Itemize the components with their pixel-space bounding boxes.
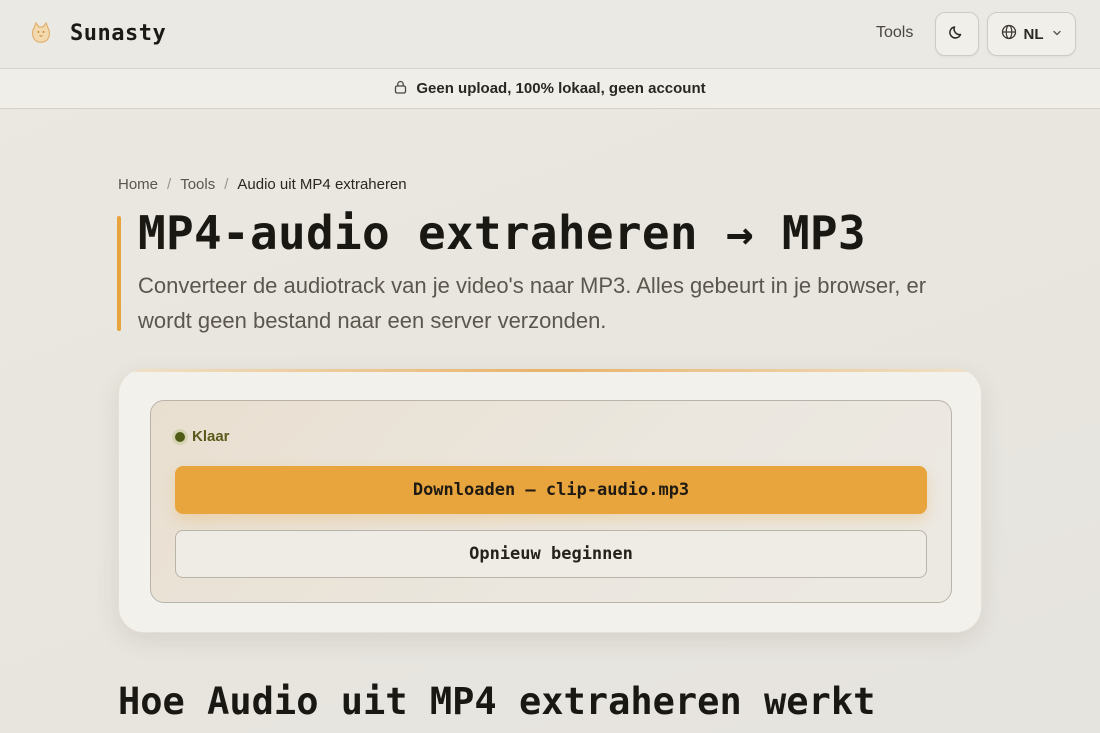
result-panel: Klaar Downloaden — clip-audio.mp3 Opnieu… [150,400,952,603]
theme-toggle-button[interactable] [935,12,979,56]
status-label: Klaar [192,428,230,445]
globe-icon [1001,24,1017,44]
language-label: NL [1023,25,1044,43]
brand-name: Sunasty [70,20,167,46]
status-dot [175,431,185,442]
breadcrumb-separator: / [224,176,229,193]
moon-icon [949,24,965,45]
brand-link[interactable]: Sunasty [26,18,166,48]
hero-accent-bar [117,216,121,331]
language-select[interactable]: NL [987,12,1076,56]
breadcrumb-current: Audio uit MP4 extraheren [237,176,407,193]
privacy-notice-bar: Geen upload, 100% lokaal, geen account [0,68,1100,109]
breadcrumb-home[interactable]: Home [118,176,158,193]
status-badge: Klaar [175,428,230,445]
cat-logo-icon [26,18,56,48]
site-header: Sunasty Tools NL [0,0,1100,68]
page-subtitle: Converteer de audiotrack van je video's … [138,273,927,333]
page-title: MP4-audio extraheren → MP3 [138,206,866,260]
chevron-down-icon [1051,26,1063,43]
restart-button[interactable]: Opnieuw beginnen [175,530,927,578]
card-accent-line [119,369,981,372]
breadcrumb: Home / Tools / Audio uit MP4 extraheren [118,176,407,193]
lock-icon [394,80,407,98]
download-button[interactable]: Downloaden — clip-audio.mp3 [175,466,927,514]
result-card: Klaar Downloaden — clip-audio.mp3 Opnieu… [118,368,982,633]
nav-tools-link[interactable]: Tools [876,24,913,42]
breadcrumb-separator: / [167,176,172,193]
breadcrumb-tools[interactable]: Tools [180,176,215,193]
section-title: Hoe Audio uit MP4 extraheren werkt [118,680,876,723]
privacy-notice-text: Geen upload, 100% lokaal, geen account [416,80,706,97]
